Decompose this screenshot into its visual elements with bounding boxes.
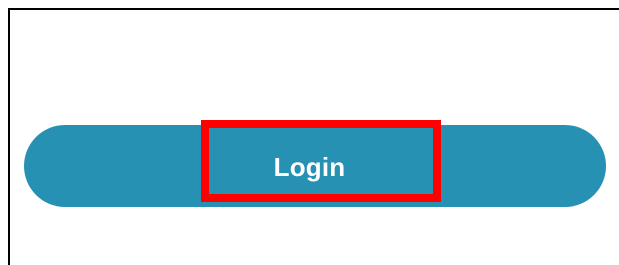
- login-button[interactable]: [24, 125, 606, 207]
